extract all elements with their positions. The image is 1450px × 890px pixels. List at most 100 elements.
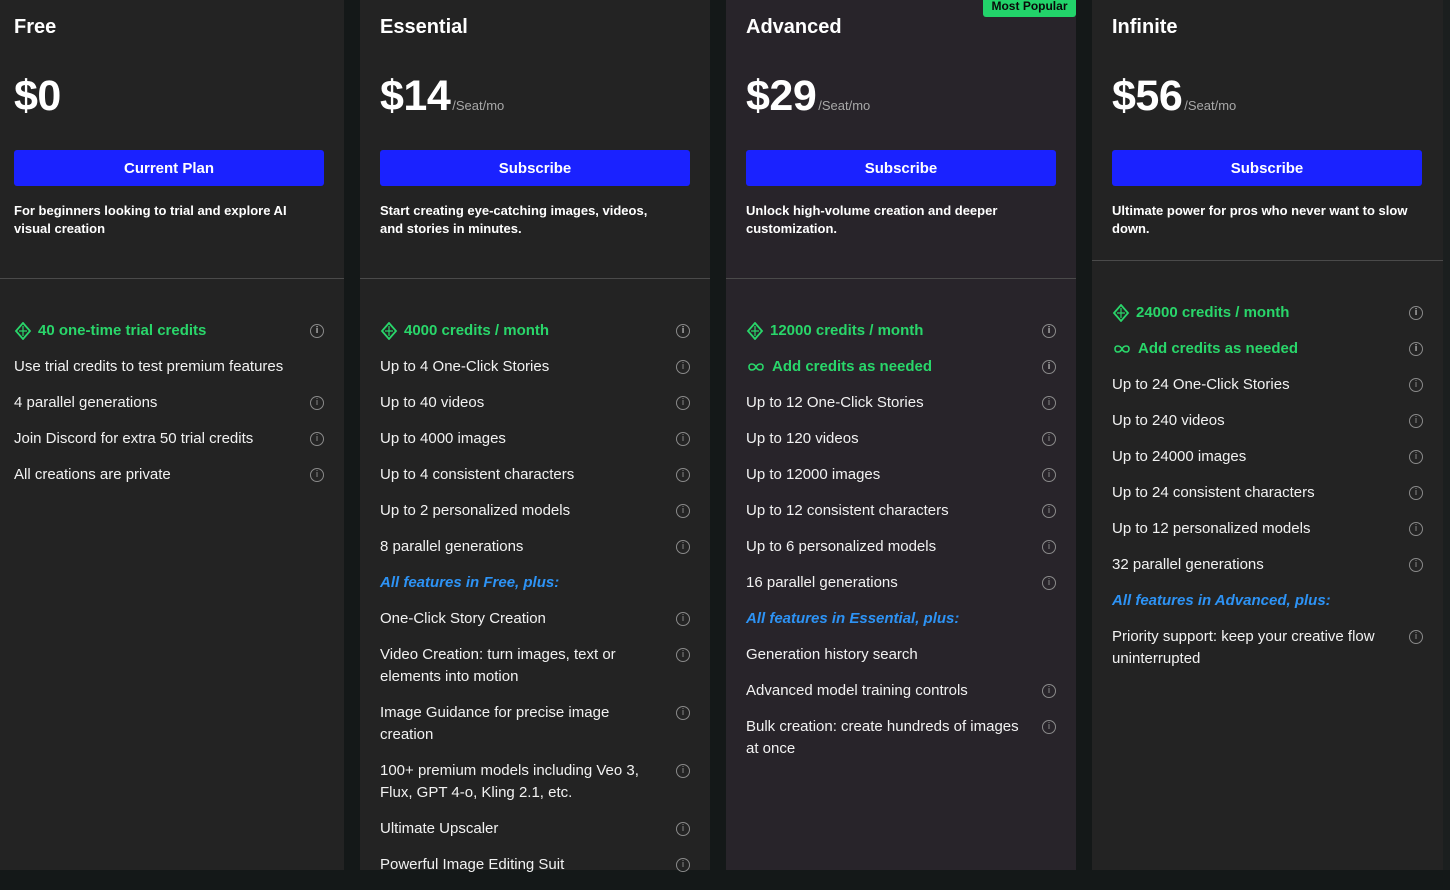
plan-description: Start creating eye-catching images, vide… [380, 203, 648, 236]
feature-label: Up to 4 consistent characters [380, 466, 575, 483]
feature-item: Generation history search [746, 644, 1056, 666]
info-circle-icon[interactable]: i [676, 504, 690, 518]
plan-card-free: Free $0 Current Plan For beginners looki… [0, 0, 344, 870]
current-plan-button[interactable]: Current Plan [14, 150, 324, 186]
feature-label: Bulk creation: create hundreds of images… [746, 718, 1019, 757]
feature-label: 8 parallel generations [380, 538, 524, 555]
add-credits-feature: Add credits as needed i [746, 356, 1056, 378]
feature-item: Use trial credits to test premium featur… [14, 356, 324, 378]
info-circle-icon[interactable]: i [676, 324, 690, 338]
diamond-gem-icon [746, 322, 764, 341]
feature-list: 24000 credits / month i Add credits as n… [1112, 302, 1423, 684]
feature-label: One-Click Story Creation [380, 610, 546, 627]
info-circle-icon[interactable]: i [1409, 630, 1423, 644]
infinity-icon [748, 363, 764, 371]
feature-label: Up to 240 videos [1112, 412, 1225, 429]
credits-feature: 12000 credits / month i [746, 320, 1056, 342]
feature-item: Image Guidance for precise image creatio… [380, 702, 690, 746]
feature-label: 32 parallel generations [1112, 556, 1264, 573]
plan-card-infinite: Infinite $56 /Seat/mo Subscribe Ultimate… [1092, 0, 1443, 870]
feature-label: Up to 12 consistent characters [746, 502, 949, 519]
feature-list: 4000 credits / month i Up to 4 One-Click… [380, 320, 690, 890]
plan-name: Infinite [1112, 16, 1178, 38]
plan-card-essential: Essential $14 /Seat/mo Subscribe Start c… [360, 0, 710, 873]
feature-item: Video Creation: turn images, text or ele… [380, 644, 690, 688]
info-circle-icon[interactable]: i [1409, 306, 1423, 320]
subscribe-button[interactable]: Subscribe [1112, 150, 1422, 186]
info-circle-icon[interactable]: i [676, 396, 690, 410]
feature-item: Up to 12 One-Click Stories i [746, 392, 1056, 414]
info-circle-icon[interactable]: i [1042, 396, 1056, 410]
feature-label: Up to 12 personalized models [1112, 520, 1311, 537]
info-circle-icon[interactable]: i [310, 468, 324, 482]
add-credits-feature: Add credits as needed i [1112, 338, 1423, 360]
info-circle-icon[interactable]: i [310, 396, 324, 410]
info-circle-icon[interactable]: i [676, 764, 690, 778]
info-circle-icon[interactable]: i [676, 360, 690, 374]
feature-label: Up to 24 One-Click Stories [1112, 376, 1290, 393]
credits-label: 4000 credits / month [404, 322, 550, 339]
info-circle-icon[interactable]: i [1042, 540, 1056, 554]
info-circle-icon[interactable]: i [1042, 504, 1056, 518]
feature-label: Generation history search [746, 646, 918, 663]
plan-card-advanced: Advanced $29 /Seat/mo Subscribe Unlock h… [726, 0, 1076, 870]
credits-label: 40 one-time trial credits [38, 322, 207, 339]
subscribe-button[interactable]: Subscribe [380, 150, 690, 186]
info-circle-icon[interactable]: i [1042, 468, 1056, 482]
divider [726, 278, 1076, 279]
info-circle-icon[interactable]: i [1042, 360, 1056, 374]
feature-item: Up to 24000 images i [1112, 446, 1423, 468]
feature-label: Up to 4000 images [380, 430, 506, 447]
add-credits-label: Add credits as needed [772, 358, 933, 375]
subscribe-button[interactable]: Subscribe [746, 150, 1056, 186]
feature-label: Up to 2 personalized models [380, 502, 571, 519]
plan-description: For beginners looking to trial and explo… [14, 203, 287, 236]
info-circle-icon[interactable]: i [676, 648, 690, 662]
info-circle-icon[interactable]: i [1409, 342, 1423, 356]
feature-item: Bulk creation: create hundreds of images… [746, 716, 1056, 760]
info-circle-icon[interactable]: i [676, 432, 690, 446]
info-circle-icon[interactable]: i [310, 324, 324, 338]
info-circle-icon[interactable]: i [1042, 576, 1056, 590]
feature-list: 12000 credits / month i Add credits as n… [746, 320, 1056, 774]
feature-item: Up to 12000 images i [746, 464, 1056, 486]
section-heading: All features in Free, plus: [380, 574, 560, 591]
info-circle-icon[interactable]: i [1042, 324, 1056, 338]
price-period: /Seat/mo [1184, 98, 1237, 113]
info-circle-icon[interactable]: i [1409, 414, 1423, 428]
feature-label: Powerful Image Editing Suit [380, 856, 565, 873]
feature-label: Up to 12 One-Click Stories [746, 394, 924, 411]
info-circle-icon[interactable]: i [676, 822, 690, 836]
price-row: $14 /Seat/mo [380, 72, 504, 121]
info-circle-icon[interactable]: i [1042, 684, 1056, 698]
feature-label: Up to 12000 images [746, 466, 881, 483]
info-circle-icon[interactable]: i [1042, 432, 1056, 446]
info-circle-icon[interactable]: i [676, 706, 690, 720]
feature-label: Up to 4 One-Click Stories [380, 358, 550, 375]
price-row: $56 /Seat/mo [1112, 72, 1236, 121]
info-circle-icon[interactable]: i [310, 432, 324, 446]
info-circle-icon[interactable]: i [1409, 522, 1423, 536]
feature-item: Up to 4000 images i [380, 428, 690, 450]
scrollbar-track[interactable] [1443, 0, 1450, 870]
info-circle-icon[interactable]: i [1409, 558, 1423, 572]
feature-item: 4 parallel generations i [14, 392, 324, 414]
feature-item: Up to 40 videos i [380, 392, 690, 414]
info-circle-icon[interactable]: i [1409, 450, 1423, 464]
price-period: /Seat/mo [452, 98, 505, 113]
info-circle-icon[interactable]: i [676, 540, 690, 554]
credits-feature: 40 one-time trial credits i [14, 320, 324, 342]
credits-feature: 24000 credits / month i [1112, 302, 1423, 324]
feature-label: Use trial credits to test premium featur… [14, 358, 284, 375]
feature-label: Advanced model training controls [746, 682, 968, 699]
feature-label: Image Guidance for precise image creatio… [380, 704, 610, 743]
feature-item: 100+ premium models including Veo 3, Flu… [380, 760, 690, 804]
info-circle-icon[interactable]: i [676, 468, 690, 482]
section-heading: All features in Essential, plus: [746, 610, 960, 627]
info-circle-icon[interactable]: i [1042, 720, 1056, 734]
info-circle-icon[interactable]: i [1409, 486, 1423, 500]
plan-name: Free [14, 16, 57, 38]
info-circle-icon[interactable]: i [1409, 378, 1423, 392]
info-circle-icon[interactable]: i [676, 612, 690, 626]
feature-label: Ultimate Upscaler [380, 820, 499, 837]
